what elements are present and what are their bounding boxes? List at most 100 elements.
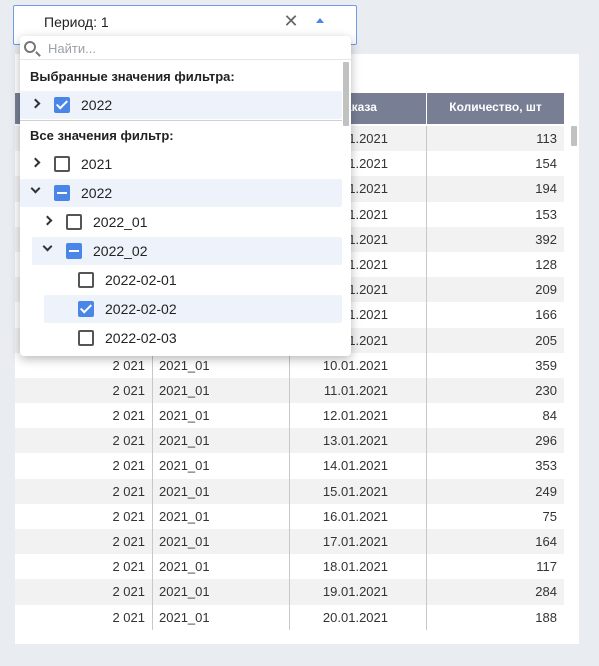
cell-order-date: 14.01.2021 bbox=[290, 453, 427, 479]
cell-order-date: 19.01.2021 bbox=[290, 579, 427, 605]
cell-quantity: 284 bbox=[535, 584, 557, 600]
checkbox[interactable] bbox=[66, 214, 82, 230]
filter-option-label: 2022_01 bbox=[93, 214, 148, 230]
cell-quantity: 84 bbox=[542, 408, 557, 424]
cell-order-date: 10.01.2021 bbox=[290, 352, 427, 378]
cell-period: 2021_01 bbox=[153, 604, 290, 630]
filter-tree-item[interactable]: 2022_01 bbox=[32, 208, 342, 236]
table-row[interactable]: 2 021 2021_01 19.01.2021 284 bbox=[15, 579, 564, 605]
filter-tree-item[interactable]: 2022-02-01 bbox=[44, 266, 342, 294]
cell-year: 2 021 bbox=[15, 453, 153, 479]
cell-quantity: 113 bbox=[536, 131, 557, 146]
cell-quantity: 249 bbox=[535, 483, 557, 499]
search-icon bbox=[24, 41, 36, 53]
checkbox[interactable] bbox=[78, 330, 94, 346]
cell-year: 2 021 bbox=[15, 604, 153, 630]
checkbox[interactable] bbox=[78, 272, 94, 288]
cell-order-date: 17.01.2021 bbox=[290, 529, 427, 555]
cell-period: 2021_01 bbox=[153, 453, 290, 479]
chevron-right-icon[interactable] bbox=[42, 215, 53, 226]
cell-period: 2021_01 bbox=[153, 503, 290, 529]
cell-period: 2021_01 bbox=[153, 579, 290, 605]
cell-quantity: 209 bbox=[535, 282, 557, 298]
checkbox[interactable] bbox=[78, 301, 94, 317]
all-values-heading: Все значения фильтр: bbox=[30, 128, 174, 143]
filter-tree-item[interactable]: 2021 bbox=[20, 150, 342, 178]
cell-period: 2021_01 bbox=[153, 352, 290, 378]
cell-quantity: 205 bbox=[535, 332, 557, 348]
checkbox[interactable] bbox=[54, 97, 70, 113]
selected-values-heading: Выбранные значения фильтра: bbox=[30, 69, 235, 84]
cell-year: 2 021 bbox=[15, 529, 153, 555]
dropdown-scrollbar[interactable] bbox=[343, 62, 349, 126]
cell-quantity: 392 bbox=[535, 231, 557, 247]
cell-order-date: 15.01.2021 bbox=[290, 478, 427, 504]
checkbox[interactable] bbox=[54, 156, 70, 172]
cell-year: 2 021 bbox=[15, 554, 153, 580]
cell-period: 2021_01 bbox=[153, 403, 290, 429]
checkbox[interactable] bbox=[54, 185, 70, 201]
selected-value-item[interactable]: 2022 bbox=[20, 91, 342, 119]
cell-quantity: 164 bbox=[535, 534, 557, 549]
cell-order-date: 13.01.2021 bbox=[290, 428, 427, 454]
filter-search bbox=[20, 36, 351, 60]
table-row[interactable]: 2 021 2021_01 13.01.2021 296 bbox=[15, 428, 564, 454]
cell-quantity: 230 bbox=[535, 382, 557, 398]
filter-option-label: 2022 bbox=[81, 185, 113, 201]
cell-period: 2021_01 bbox=[153, 377, 290, 404]
cell-quantity: 75 bbox=[542, 508, 557, 524]
filter-tree-item[interactable]: 2022-02-02 bbox=[44, 295, 342, 323]
cell-quantity: 153 bbox=[535, 206, 557, 222]
cell-year: 2 021 bbox=[15, 377, 153, 404]
cell-period: 2021_01 bbox=[153, 554, 290, 580]
chevron-right-icon[interactable] bbox=[30, 98, 41, 109]
clear-filter-icon[interactable]: ✕ bbox=[282, 10, 300, 34]
filter-option-label: 2022-02-01 bbox=[105, 272, 177, 288]
cell-year: 2 021 bbox=[15, 579, 153, 605]
filter-option-label: 2022-02-03 bbox=[105, 330, 177, 346]
chevron-right-icon[interactable] bbox=[30, 157, 41, 168]
table-row[interactable]: 2 021 2021_01 17.01.2021 164 bbox=[15, 529, 564, 555]
cell-quantity: 166 bbox=[535, 307, 557, 323]
filter-option-label: 2022 bbox=[81, 97, 113, 113]
column-header-quantity[interactable]: Количество, шт bbox=[427, 93, 564, 124]
cell-order-date: 11.01.2021 bbox=[290, 377, 427, 404]
cell-year: 2 021 bbox=[15, 352, 153, 378]
cell-quantity: 194 bbox=[535, 181, 557, 197]
divider bbox=[20, 120, 342, 121]
filter-option-label: 2022_02 bbox=[93, 243, 148, 259]
table-row[interactable]: 2 021 2021_01 18.01.2021 117 bbox=[15, 554, 564, 580]
table-row[interactable]: 2 021 2021_01 10.01.2021 359 bbox=[15, 352, 564, 378]
table-row[interactable]: 2 021 2021_01 11.01.2021 230 bbox=[15, 377, 564, 404]
table-row[interactable]: 2 021 2021_01 15.01.2021 249 bbox=[15, 478, 564, 504]
checkbox[interactable] bbox=[66, 243, 82, 259]
table-row[interactable]: 2 021 2021_01 16.01.2021 75 bbox=[15, 503, 564, 529]
cell-quantity: 117 bbox=[536, 559, 557, 575]
table-row[interactable]: 2 021 2021_01 14.01.2021 353 bbox=[15, 453, 564, 479]
filter-dropdown: Выбранные значения фильтра: Все значения… bbox=[20, 36, 351, 356]
cell-order-date: 20.01.2021 bbox=[290, 604, 427, 630]
chevron-down-icon[interactable] bbox=[42, 241, 53, 252]
table-row[interactable]: 2 021 2021_01 20.01.2021 188 bbox=[15, 604, 564, 630]
cell-year: 2 021 bbox=[15, 478, 153, 504]
cell-quantity: 296 bbox=[535, 433, 557, 449]
filter-tree-item[interactable]: 2022-02-03 bbox=[44, 324, 342, 352]
period-filter-label: Период: 1 bbox=[44, 14, 109, 30]
table-row[interactable]: 2 021 2021_01 12.01.2021 84 bbox=[15, 403, 564, 429]
cell-quantity: 359 bbox=[535, 357, 557, 373]
filter-search-input[interactable] bbox=[48, 38, 338, 58]
cell-quantity: 188 bbox=[535, 609, 557, 625]
filter-tree-item[interactable]: 2022_02 bbox=[32, 237, 342, 265]
filter-option-label: 2021 bbox=[81, 156, 113, 172]
cell-period: 2021_01 bbox=[153, 478, 290, 504]
cell-year: 2 021 bbox=[15, 428, 153, 454]
chevron-up-icon[interactable] bbox=[316, 18, 324, 23]
cell-quantity: 154 bbox=[535, 156, 557, 172]
cell-year: 2 021 bbox=[15, 403, 153, 429]
cell-year: 2 021 bbox=[15, 503, 153, 529]
filter-option-label: 2022-02-02 bbox=[105, 301, 177, 317]
chevron-down-icon[interactable] bbox=[30, 183, 41, 194]
cell-order-date: 16.01.2021 bbox=[290, 503, 427, 529]
filter-tree-item[interactable]: 2022 bbox=[20, 179, 342, 207]
table-scrollbar[interactable] bbox=[571, 126, 577, 146]
